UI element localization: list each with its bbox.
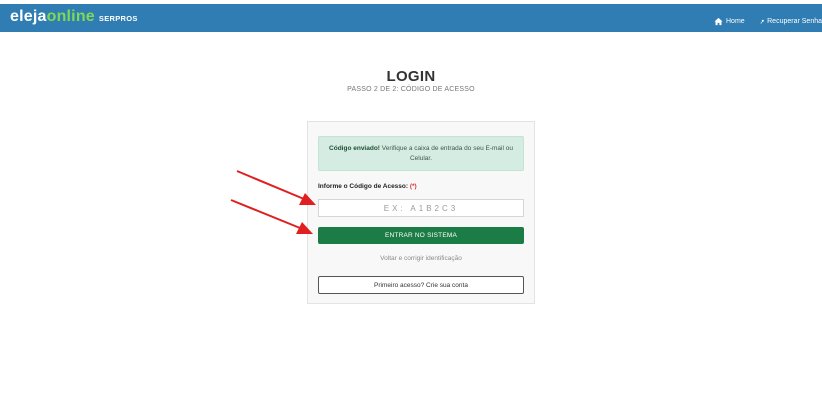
access-code-label: Informe o Código de Acesso: (*)	[318, 183, 417, 190]
annotation-arrow-to-button	[230, 199, 313, 234]
annotation-arrow-to-input	[236, 170, 316, 205]
access-code-label-text: Informe o Código de Acesso:	[318, 183, 410, 190]
brand-name-part1: eleja	[10, 8, 47, 25]
brand-logo[interactable]: eleja online SERPROS	[10, 8, 138, 28]
nav-recover-password-link[interactable]: Recuperar Senha	[760, 14, 822, 28]
first-access-create-account-button[interactable]: Primeiro acesso? Crie sua conta	[318, 276, 524, 294]
nav-home-label: Home	[726, 17, 745, 25]
enter-system-button[interactable]: ENTRAR NO SISTEMA	[318, 227, 524, 244]
nav-recover-label: Recuperar Senha	[767, 17, 822, 25]
login-card: Código enviado! Verifique a caixa de ent…	[307, 121, 535, 304]
nav-home-link[interactable]: Home	[714, 14, 745, 28]
page-title: LOGIN	[386, 68, 436, 85]
alert-strong-text: Código enviado!	[329, 145, 380, 152]
home-icon	[714, 17, 723, 25]
brand-suffix: SERPROS	[98, 14, 138, 23]
code-sent-alert: Código enviado! Verifique a caixa de ent…	[318, 136, 524, 171]
top-navbar: eleja online SERPROS Home Recuperar Senh…	[0, 4, 822, 32]
back-correct-identification-link[interactable]: Voltar e corrigir identificação	[318, 255, 524, 262]
page-subtitle: PASSO 2 DE 2: CÓDIGO DE ACESSO	[347, 86, 475, 93]
required-mark: (*)	[409, 183, 417, 190]
key-icon	[760, 19, 764, 23]
access-code-input[interactable]	[318, 199, 524, 217]
brand-name-part2: online	[46, 8, 95, 25]
alert-text: Verifique a caixa de entrada do seu E-ma…	[379, 145, 513, 162]
